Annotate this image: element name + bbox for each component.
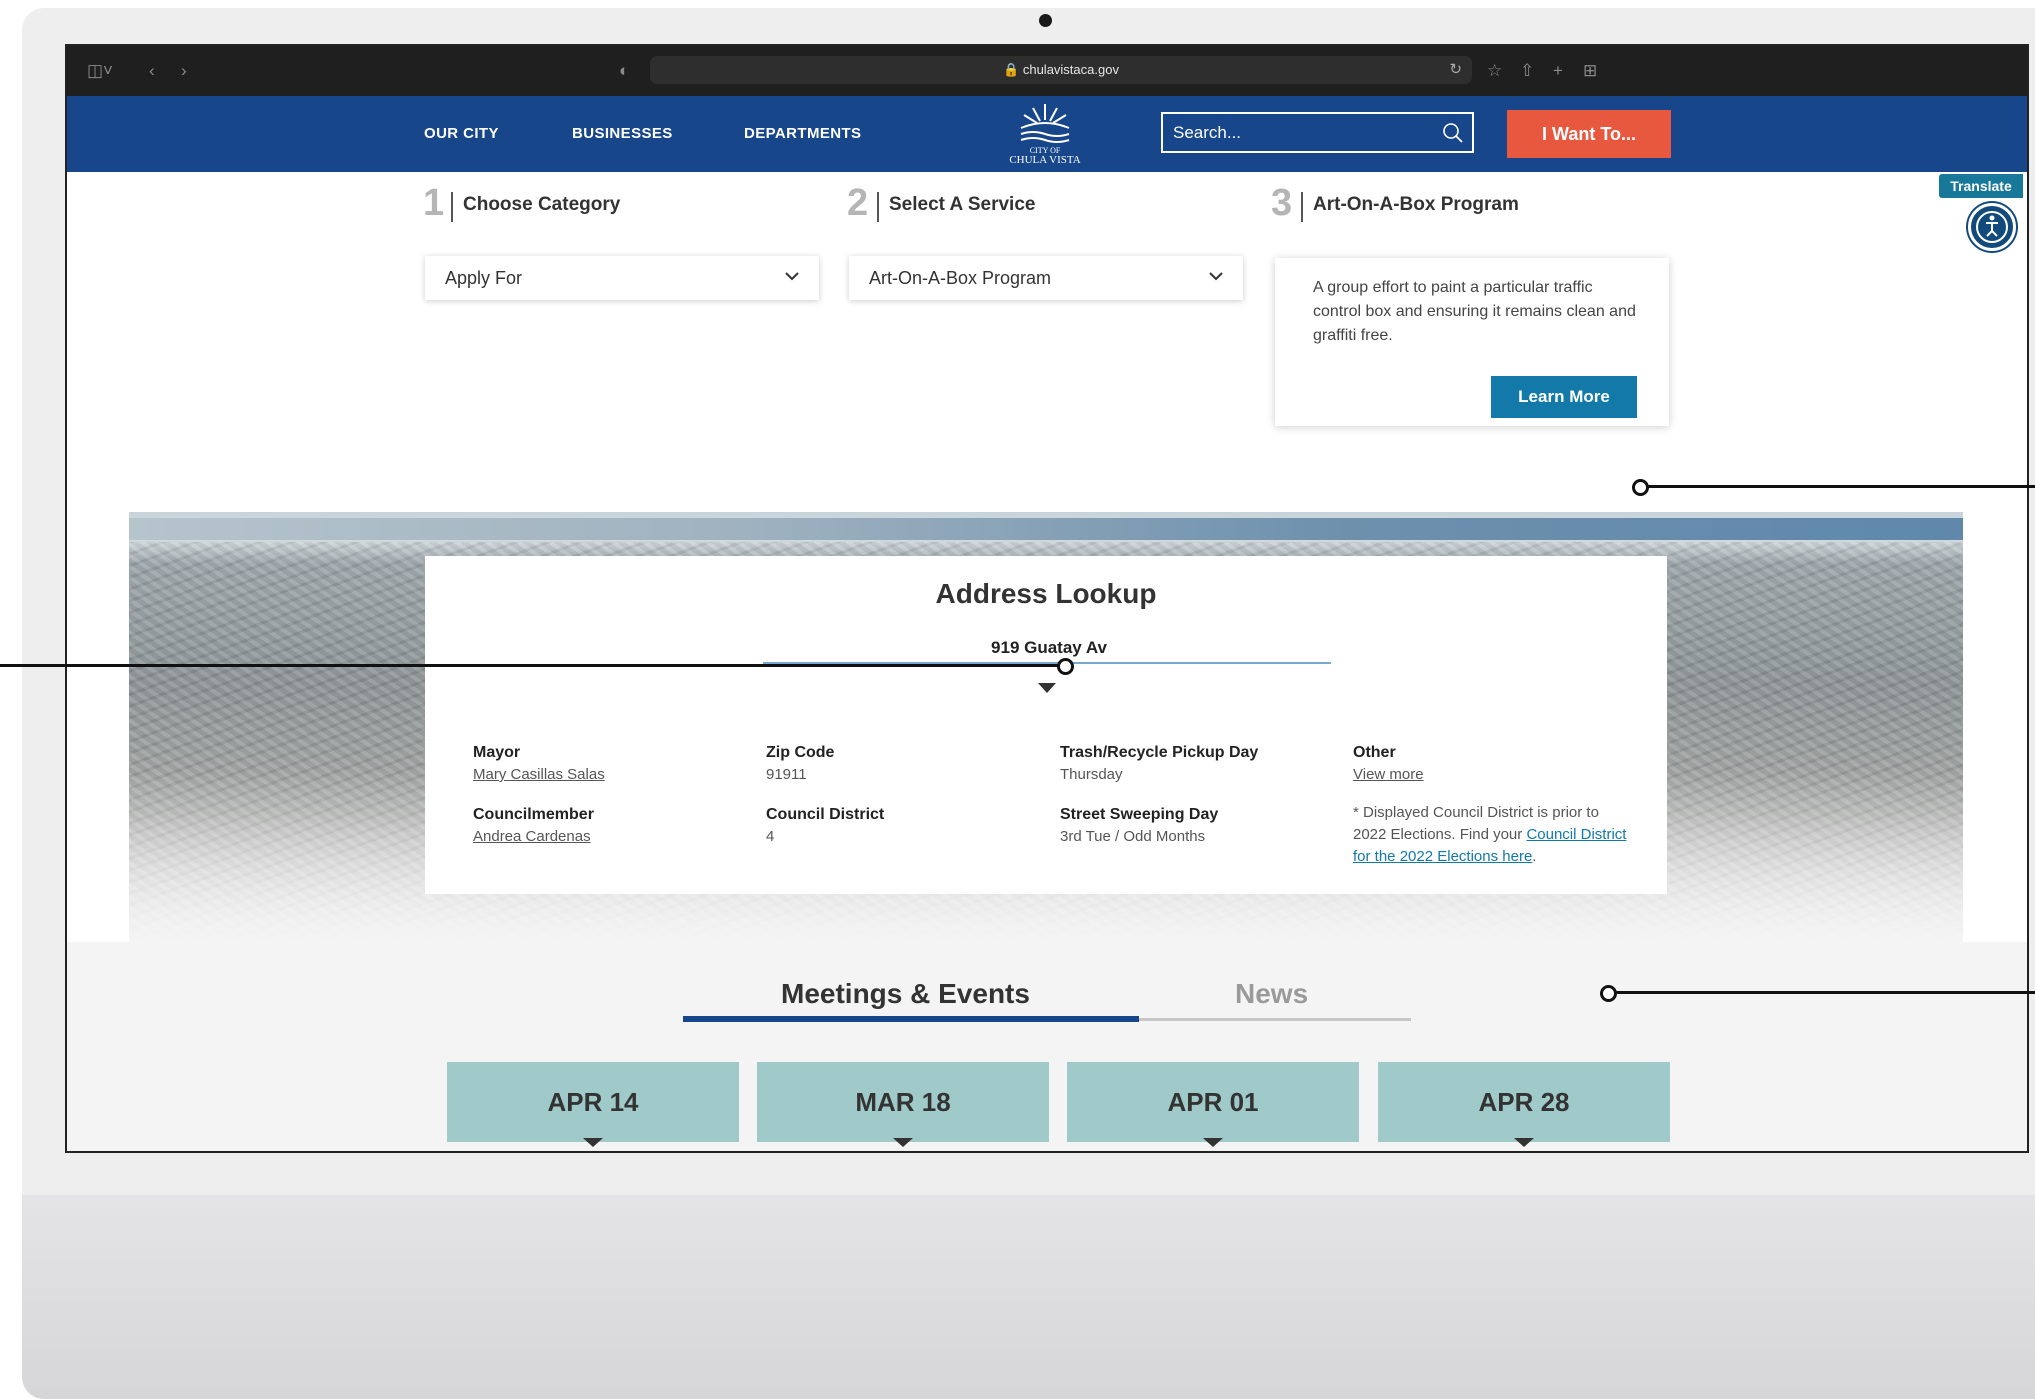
step-3-label: Art-On-A-Box Program [1313,194,1519,215]
trash-pickup-label: Trash/Recycle Pickup Day [1060,744,1259,761]
learn-more-button[interactable]: Learn More [1491,376,1637,418]
district-note: * Displayed Council District is prior to… [1353,802,1633,868]
service-select-value: Art-On-A-Box Program [869,268,1052,288]
callout-line [1645,485,2035,488]
logo-text: CITY OF CHULA VISTA [999,146,1091,166]
event-date: MAR 18 [855,1087,951,1117]
reload-icon[interactable]: ↻ [1449,56,1462,84]
district-note-suffix: . [1532,848,1537,865]
url-value: chulavistaca.gov [1022,62,1119,77]
callout-dot [1057,658,1074,675]
category-select[interactable]: Apply For [425,256,819,300]
step-1-number: 1 [423,182,445,224]
bay-strip [129,518,1963,540]
service-select[interactable]: Art-On-A-Box Program [849,256,1243,300]
street-sweeping-value: 3rd Tue / Odd Months [1060,828,1206,845]
privacy-shield-icon[interactable]: ◐ [619,46,629,96]
street-sweeping-label: Street Sweeping Day [1060,806,1219,823]
address-bar[interactable]: 🔒 chulavistaca.gov ↻ [650,56,1472,84]
nav-businesses[interactable]: BUSINESSES [572,96,673,172]
step-divider [451,192,453,222]
callout-line [1614,991,2035,994]
service-card: A group effort to paint a particular tra… [1275,258,1669,426]
step-1-label: Choose Category [463,194,621,215]
new-tab-icon[interactable]: + [1553,46,1563,96]
caret-down-icon [583,1138,603,1147]
step-2-number: 2 [847,182,869,224]
event-date-card[interactable]: APR 14 [447,1062,739,1147]
search-input[interactable] [1173,114,1433,151]
search-icon[interactable] [1442,122,1464,144]
step-3-number: 3 [1271,182,1293,224]
caret-down-icon [1203,1138,1223,1147]
chevron-down-icon [1209,272,1223,281]
tab-overview-icon[interactable]: ⊞ [1583,46,1597,96]
caret-down-icon [893,1138,913,1147]
event-date: APR 14 [547,1087,639,1117]
zip-code-label: Zip Code [766,744,835,761]
share-icon[interactable]: ⇧ [1520,46,1534,96]
caret-down-icon[interactable] [1038,683,1056,693]
forward-icon[interactable]: › [181,46,187,96]
service-description: A group effort to paint a particular tra… [1313,279,1636,344]
council-district-value: 4 [766,828,775,845]
inactive-tab-underline [1139,1018,1411,1021]
url-text: 🔒 chulavistaca.gov [1003,62,1119,77]
councilmember-label: Councilmember [473,806,594,823]
bookmark-star-icon[interactable]: ☆ [1487,46,1502,96]
address-lookup-card: Address Lookup 919 Guatay Av Mayor Mary … [425,556,1667,894]
tab-news[interactable]: News [1235,978,1308,1010]
mayor-label: Mayor [473,744,521,761]
translate-button[interactable]: Translate [1939,174,2023,198]
mayor-link[interactable]: Mary Casillas Salas [473,766,605,783]
event-date: APR 01 [1167,1087,1259,1117]
event-date: APR 28 [1478,1087,1570,1117]
tab-meetings-events[interactable]: Meetings & Events [781,978,1030,1010]
active-tab-underline [683,1016,1139,1022]
nav-our-city[interactable]: OUR CITY [424,96,499,172]
other-label: Other [1353,744,1396,761]
step-divider [877,192,879,222]
callout-dot [1600,985,1617,1002]
nav-departments[interactable]: DEPARTMENTS [744,96,861,172]
callout-dot [1632,479,1649,496]
caret-down-icon [1514,1138,1534,1147]
logo-text-bottom: CHULA VISTA [1009,154,1081,166]
event-date-card[interactable]: APR 28 [1378,1062,1670,1147]
search-box [1161,112,1474,153]
councilmember-link[interactable]: Andrea Cardenas [473,828,591,845]
browser-window: ◫˅ ‹ › ◐ 🔒 chulavistaca.gov ↻ ☆ ⇧ + ⊞ OU… [65,44,2029,1153]
site-header: OUR CITY BUSINESSES DEPARTMENTS CITY OF … [67,96,2027,172]
zip-code-value: 91911 [766,766,807,783]
step-2-label: Select A Service [889,194,1036,215]
sidebar-toggle-icon[interactable]: ◫˅ [87,46,113,96]
back-icon[interactable]: ‹ [149,46,155,96]
accessibility-icon[interactable] [1968,203,2016,251]
event-date-card[interactable]: APR 01 [1067,1062,1359,1147]
callout-line [0,664,1058,667]
i-want-to-button[interactable]: I Want To... [1507,110,1671,158]
council-district-label: Council District [766,806,885,823]
address-input[interactable]: 919 Guatay Av [765,638,1333,658]
chevron-down-icon [785,272,799,281]
browser-toolbar: ◫˅ ‹ › ◐ 🔒 chulavistaca.gov ↻ ☆ ⇧ + ⊞ [67,46,2027,96]
address-lookup-title: Address Lookup [935,578,1157,609]
event-date-card[interactable]: MAR 18 [757,1062,1049,1147]
laptop-base [22,1195,2035,1399]
step-divider [1301,192,1303,222]
view-more-link[interactable]: View more [1353,766,1424,783]
trash-pickup-value: Thursday [1060,766,1123,783]
camera-dot [1039,14,1052,27]
meetings-news-section: Meetings & Events News APR 14 MAR 18 APR… [67,942,2027,1151]
category-select-value: Apply For [445,268,523,288]
